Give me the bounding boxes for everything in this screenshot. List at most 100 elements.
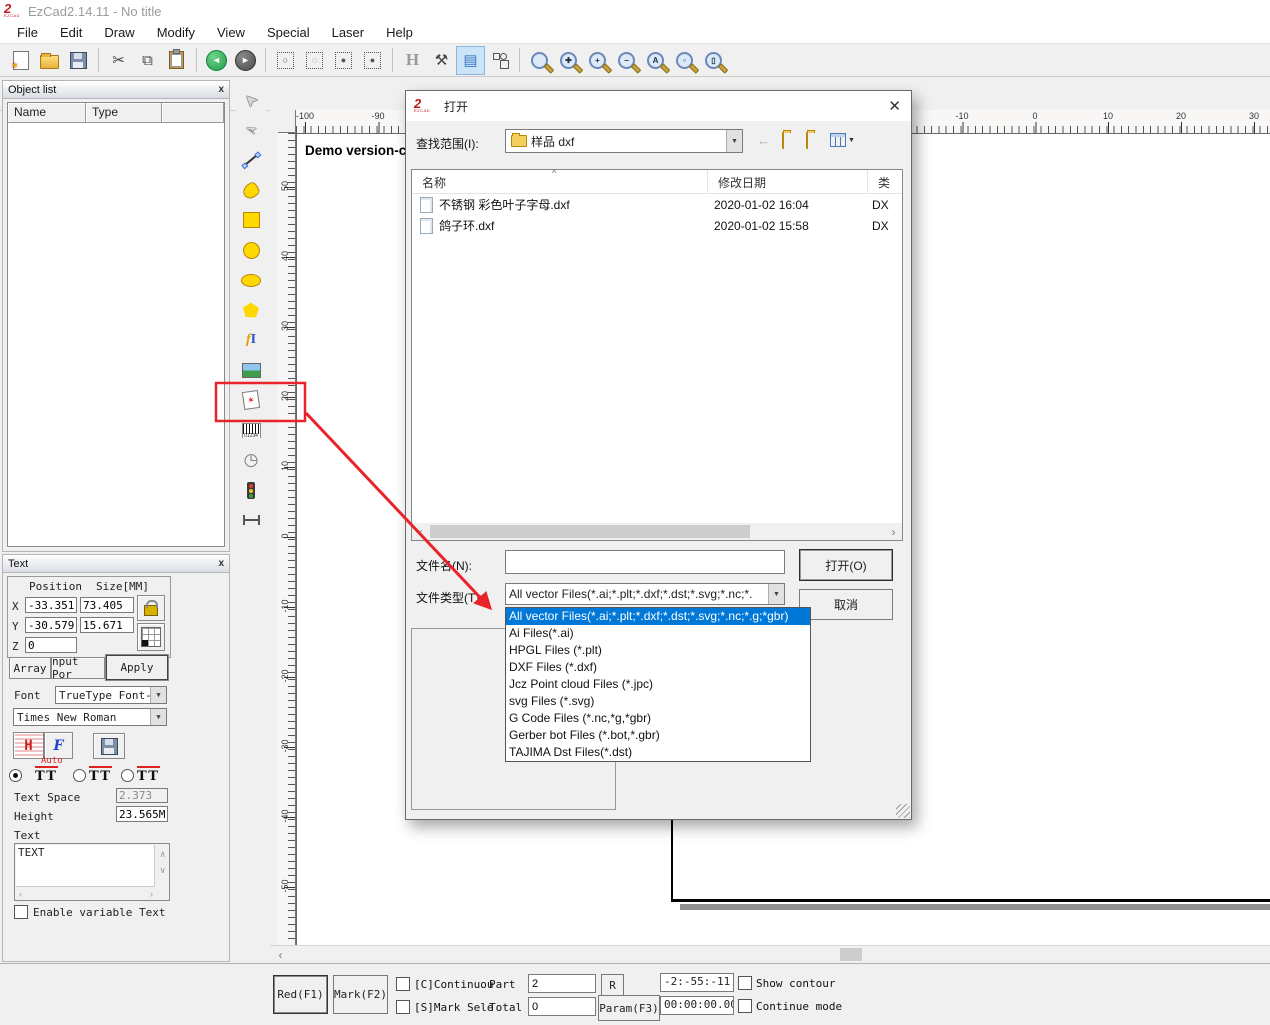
zoom-selected-button[interactable]: ▫ [671, 47, 698, 74]
file-name-input[interactable] [505, 550, 785, 574]
vector-file-tool[interactable]: ✶ [236, 385, 266, 415]
file-type-option[interactable]: DXF Files (*.dxf) [506, 659, 810, 676]
menu-edit[interactable]: Edit [49, 23, 93, 42]
open-button[interactable]: 打开(O) [799, 549, 893, 581]
menu-help[interactable]: Help [375, 23, 424, 42]
y-position-field[interactable] [25, 617, 77, 633]
chevron-down-icon[interactable]: ▼ [768, 584, 784, 604]
file-type-option[interactable]: TAJIMA Dst Files(*.dst) [506, 744, 810, 761]
up-folder-icon[interactable] [782, 133, 784, 148]
back-icon[interactable]: ← [757, 133, 770, 148]
lock-ratio-button[interactable] [137, 595, 165, 621]
extend-axis-tool[interactable] [236, 505, 266, 535]
text-space-char-radio[interactable] [73, 769, 86, 782]
zoom-move-button[interactable]: ✚ [555, 47, 582, 74]
put-to-origin-3-button[interactable]: ● [330, 47, 357, 74]
dialog-titlebar[interactable]: 2 EZCAD 打开 ✕ [406, 91, 911, 121]
scrollbar-thumb[interactable] [840, 948, 862, 961]
put-to-origin-4-button[interactable]: ● [359, 47, 386, 74]
scroll-left-icon[interactable]: ‹ [19, 890, 22, 899]
param-button[interactable]: Param(F3) [598, 995, 660, 1021]
file-type-option[interactable]: Jcz Point cloud Files (*.jpc) [506, 676, 810, 693]
copy-button[interactable]: ⧉ [134, 47, 161, 74]
font-name-combo[interactable]: Times New Roman ▼ [13, 708, 167, 726]
file-list[interactable]: 名称 ^ 修改日期 类 不锈钢 彩色叶子字母.dxf2020-01-02 16:… [411, 169, 903, 541]
delay-tool[interactable]: ◷ [236, 445, 266, 475]
barcode-tool[interactable]: 01234 [236, 415, 266, 445]
file-type-option[interactable]: Gerber bot Files (*.bot,*.gbr) [506, 727, 810, 744]
zoom-all-button[interactable]: A [642, 47, 669, 74]
object-list-table[interactable]: Name Type [7, 102, 225, 547]
cut-button[interactable]: ✂ [105, 47, 132, 74]
file-type-option[interactable]: Ai Files(*.ai) [506, 625, 810, 642]
scroll-right-icon[interactable]: › [885, 525, 902, 538]
open-file-button[interactable] [36, 47, 63, 74]
paste-button[interactable] [163, 47, 190, 74]
menu-special[interactable]: Special [256, 23, 321, 42]
close-icon[interactable]: x [218, 84, 224, 95]
view-menu-icon[interactable]: ▼ [830, 133, 855, 147]
put-to-origin-1-button[interactable]: ○ [272, 47, 299, 74]
x-position-field[interactable] [25, 597, 77, 613]
column-type[interactable]: Type [86, 103, 162, 123]
save-button[interactable] [65, 47, 92, 74]
new-folder-icon[interactable] [806, 133, 808, 148]
circle-tool[interactable] [236, 235, 266, 265]
column-name[interactable]: Name [8, 103, 86, 123]
put-to-origin-2-button[interactable]: ◌ [301, 47, 328, 74]
zoom-out-button[interactable]: − [613, 47, 640, 74]
zoom-page-button[interactable]: ▯ [700, 47, 727, 74]
input-port-button[interactable]: nput Por [51, 657, 105, 679]
scrollbar-thumb[interactable] [430, 525, 750, 538]
height-field[interactable] [116, 806, 168, 822]
rectangle-tool[interactable] [236, 205, 266, 235]
y-size-field[interactable] [80, 617, 134, 633]
chevron-down-icon[interactable]: ▼ [726, 130, 742, 152]
scroll-down-icon[interactable]: ∨ [159, 866, 166, 875]
forward-button[interactable]: ► [232, 47, 259, 74]
chevron-down-icon[interactable]: ▼ [150, 709, 166, 725]
file-type-option[interactable]: G Code Files (*.nc,*g,*gbr) [506, 710, 810, 727]
file-type-combo[interactable]: All vector Files(*.ai;*.plt;*.dxf;*.dst;… [505, 583, 785, 605]
close-icon[interactable]: ✕ [888, 97, 901, 115]
z-position-field[interactable] [25, 637, 77, 653]
back-button[interactable]: ◄ [203, 47, 230, 74]
file-list-scrollbar[interactable]: ‹ › [412, 523, 902, 540]
hatch-style-button[interactable]: H [13, 732, 44, 759]
menu-modify[interactable]: Modify [146, 23, 206, 42]
cancel-button[interactable]: 取消 [799, 589, 893, 620]
bitmap-tool[interactable] [236, 355, 266, 385]
red-light-button[interactable]: Red(F1) [273, 975, 328, 1014]
reset-count-button[interactable]: R [601, 974, 624, 997]
mark-button[interactable]: Mark(F2) [333, 975, 388, 1014]
text-space-auto-radio[interactable] [9, 769, 22, 782]
hatch-button[interactable]: H [399, 47, 426, 74]
mark-parameters-button[interactable]: ▤ [457, 47, 484, 74]
file-type-option[interactable]: svg Files (*.svg) [506, 693, 810, 710]
save-style-button[interactable] [93, 733, 125, 759]
menu-laser[interactable]: Laser [321, 23, 376, 42]
scroll-up-icon[interactable]: ∧ [159, 850, 166, 859]
enable-variable-checkbox[interactable] [14, 905, 28, 919]
zoom-window-button[interactable] [526, 47, 553, 74]
scroll-left-icon[interactable]: ‹ [412, 525, 429, 538]
curve-tool[interactable] [236, 175, 266, 205]
x-size-field[interactable] [80, 597, 134, 613]
text-tool[interactable]: fI [236, 325, 266, 355]
file-row[interactable]: 鸽子环.dxf2020-01-02 15:58DX [412, 215, 902, 236]
continue-mode-checkbox[interactable] [738, 999, 752, 1013]
node-structure-button[interactable] [486, 47, 513, 74]
menu-draw[interactable]: Draw [93, 23, 145, 42]
select-tool[interactable]: ➤ [236, 85, 266, 115]
part-count-input[interactable] [528, 974, 596, 993]
file-row[interactable]: 不锈钢 彩色叶子字母.dxf2020-01-02 16:04DX [412, 194, 902, 215]
column-type[interactable]: 类 [868, 170, 902, 193]
polygon-tool[interactable] [236, 295, 266, 325]
resize-grip[interactable] [896, 804, 910, 818]
continuous-checkbox[interactable] [396, 977, 410, 991]
menu-view[interactable]: View [206, 23, 256, 42]
scroll-left-icon[interactable]: ‹ [272, 946, 289, 963]
menu-file[interactable]: File [6, 23, 49, 42]
look-in-combo[interactable]: 样品 dxf ▼ [505, 129, 743, 153]
ellipse-tool[interactable] [236, 265, 266, 295]
